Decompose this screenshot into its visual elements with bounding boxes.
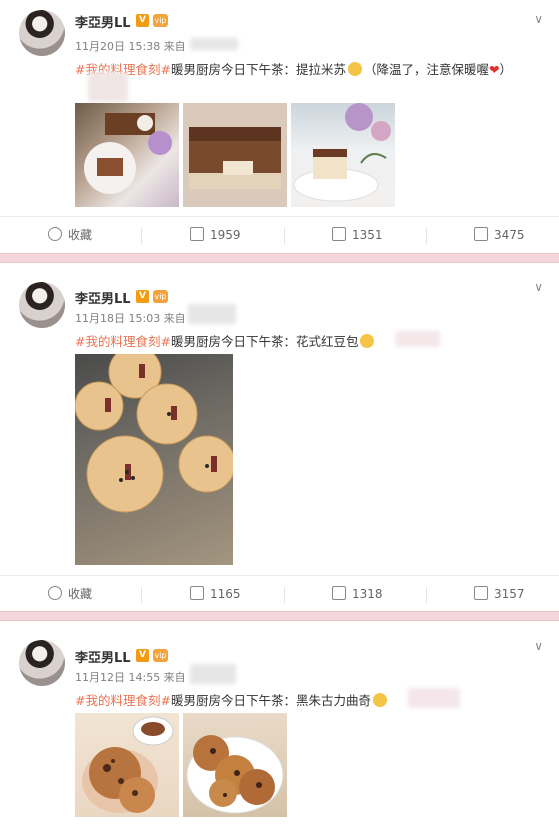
topic-link[interactable]: #我的料理食刻#	[75, 334, 171, 349]
separator	[426, 228, 427, 244]
post-time[interactable]: 11月12日 14:55 来自	[75, 669, 186, 685]
post-end: ）	[499, 62, 512, 77]
emoji-icon	[372, 693, 387, 707]
blurred-source	[188, 304, 236, 324]
action-bar: 收藏 1959 1351 3475	[0, 216, 559, 253]
comment-icon	[332, 227, 346, 241]
post-image-1[interactable]	[75, 103, 179, 207]
separator	[284, 587, 285, 603]
user-name[interactable]: 李亞男LL	[75, 647, 131, 666]
post-image-2[interactable]	[183, 713, 287, 817]
blurred-overlay	[88, 72, 128, 102]
post-body: 暖男厨房今日下午茶：黑朱古力曲奇	[170, 693, 371, 708]
share-button[interactable]: 1959	[190, 217, 241, 253]
blurred-source	[190, 38, 238, 50]
post-text: #我的料理食刻#暖男厨房今日下午茶：提拉米苏 （降温了，注意保暖喔❤）	[75, 59, 512, 78]
post-time[interactable]: 11月20日 15:38 来自	[75, 38, 186, 54]
post-time[interactable]: 11月18日 15:03 来自	[75, 310, 186, 326]
star-icon	[48, 227, 62, 241]
vip-badge-icon: vip	[153, 290, 168, 303]
like-icon	[474, 586, 488, 600]
avatar[interactable]	[19, 282, 65, 328]
post-text: #我的料理食刻#暖男厨房今日下午茶：花式红豆包	[75, 331, 376, 350]
heart-icon: ❤	[488, 62, 500, 77]
separator	[141, 587, 142, 603]
user-name[interactable]: 李亞男LL	[75, 12, 131, 31]
post-divider	[0, 253, 559, 263]
star-icon	[48, 586, 62, 600]
chevron-down-icon[interactable]: ∨	[534, 639, 543, 653]
verified-badge-icon: V	[136, 290, 149, 303]
share-icon	[190, 586, 204, 600]
post-image-1[interactable]	[75, 713, 179, 817]
user-name[interactable]: 李亞男LL	[75, 288, 131, 307]
post-image-3[interactable]	[291, 103, 395, 207]
comment-button[interactable]: 1351	[332, 217, 383, 253]
chevron-down-icon[interactable]: ∨	[534, 280, 543, 294]
separator	[426, 587, 427, 603]
favorite-button[interactable]: 收藏	[48, 576, 92, 612]
separator	[284, 228, 285, 244]
share-icon	[190, 227, 204, 241]
share-button[interactable]: 1165	[190, 576, 241, 612]
comment-button[interactable]: 1318	[332, 576, 383, 612]
blurred-overlay	[395, 331, 440, 347]
verified-badge-icon: V	[136, 649, 149, 662]
blurred-overlay	[408, 688, 460, 708]
separator	[141, 228, 142, 244]
avatar[interactable]	[19, 640, 65, 686]
vip-badge-icon: vip	[153, 649, 168, 662]
action-bar: 收藏 1165 1318 3157	[0, 575, 559, 612]
favorite-button[interactable]: 收藏	[48, 217, 92, 253]
emoji-icon	[347, 62, 362, 76]
post-image-2[interactable]	[183, 103, 287, 207]
like-button[interactable]: 3157	[474, 576, 525, 612]
chevron-down-icon[interactable]: ∨	[534, 12, 543, 26]
post-divider	[0, 611, 559, 621]
vip-badge-icon: vip	[153, 14, 168, 27]
post-body: 暖男厨房今日下午茶：提拉米苏	[170, 62, 346, 77]
comment-icon	[332, 586, 346, 600]
topic-link[interactable]: #我的料理食刻#	[75, 693, 171, 708]
post-image-1[interactable]	[75, 354, 233, 565]
post-body: 暖男厨房今日下午茶：花式红豆包	[170, 334, 359, 349]
blurred-source	[190, 664, 236, 684]
post-tail: （降温了，注意保暖喔	[363, 62, 489, 77]
weibo-post-3: 李亞男LL V vip ∨ 11月12日 14:55 来自 #我的料理食刻#暖男…	[0, 622, 559, 829]
post-text: #我的料理食刻#暖男厨房今日下午茶：黑朱古力曲奇	[75, 690, 389, 709]
avatar[interactable]	[19, 10, 65, 56]
emoji-icon	[360, 334, 375, 348]
weibo-post-1: 李亞男LL V vip ∨ 11月20日 15:38 来自 #我的料理食刻#暖男…	[0, 0, 559, 252]
like-icon	[474, 227, 488, 241]
verified-badge-icon: V	[136, 14, 149, 27]
like-button[interactable]: 3475	[474, 217, 525, 253]
weibo-post-2: 李亞男LL V vip ∨ 11月18日 15:03 来自 #我的料理食刻#暖男…	[0, 264, 559, 610]
